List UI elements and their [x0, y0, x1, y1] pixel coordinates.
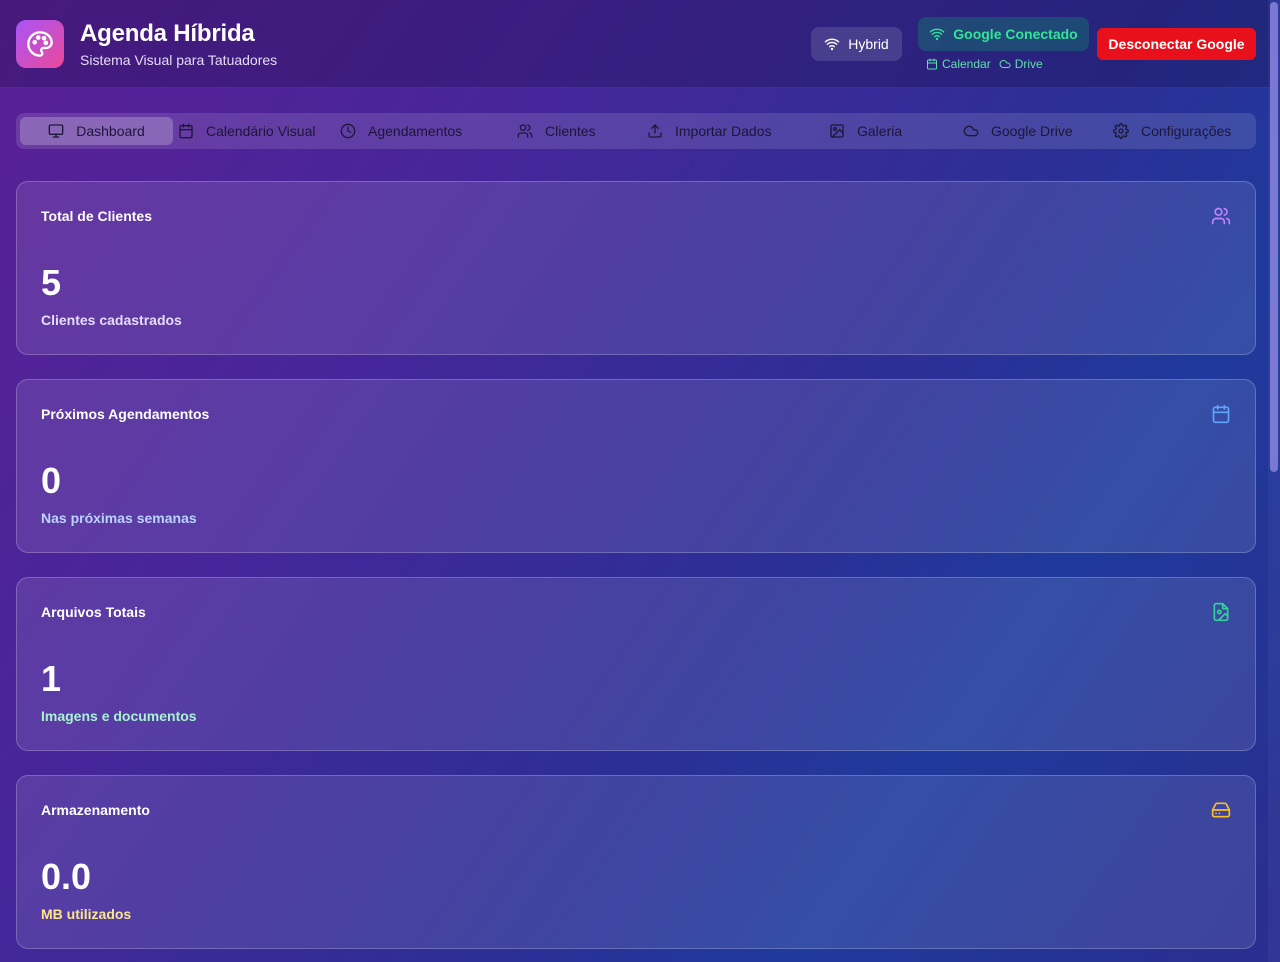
app-header: Agenda Híbrida Sistema Visual para Tatua…	[0, 0, 1270, 88]
service-drive: Drive	[999, 57, 1043, 71]
service-calendar-label: Calendar	[942, 57, 991, 71]
tab-label: Calendário Visual	[206, 123, 316, 139]
users-icon	[517, 124, 533, 138]
mode-label: Hybrid	[848, 36, 889, 52]
calendar-icon	[927, 58, 937, 70]
tab-agendamentos[interactable]: Agendamentos	[340, 117, 462, 145]
tab-label: Google Drive	[991, 123, 1073, 139]
card-value: 0	[41, 460, 62, 501]
google-services: Calendar Drive	[926, 56, 1043, 72]
google-status-badge: Google Conectado	[918, 17, 1089, 51]
tab-clientes[interactable]: Clientes	[517, 117, 596, 145]
calendar-icon	[1212, 404, 1230, 424]
wifi-icon	[824, 38, 840, 51]
card-armazenamento: Armazenamento 0.0 MB utilizados	[16, 775, 1256, 949]
clock-icon	[340, 123, 356, 139]
card-value: 1	[41, 658, 62, 699]
tab-label: Configurações	[1141, 123, 1232, 139]
card-value: 0.0	[41, 856, 92, 897]
monitor-icon	[48, 124, 64, 138]
mode-hybrid-button[interactable]: Hybrid	[811, 27, 902, 61]
app-title: Agenda Híbrida	[80, 20, 255, 47]
service-calendar: Calendar	[926, 57, 991, 71]
image-icon	[830, 124, 844, 138]
hard-drive-icon	[1211, 802, 1231, 818]
tab-label: Dashboard	[76, 123, 145, 139]
upload-icon	[648, 124, 662, 138]
tab-dashboard[interactable]: Dashboard	[20, 117, 173, 145]
card-title: Arquivos Totais	[41, 604, 146, 620]
cloud-icon	[963, 125, 979, 137]
tab-galeria[interactable]: Galeria	[829, 117, 902, 145]
service-drive-label: Drive	[1014, 57, 1043, 71]
app-logo	[16, 20, 64, 68]
google-status-label: Google Conectado	[953, 26, 1078, 42]
tab-label: Galeria	[857, 123, 903, 139]
scrollbar-thumb[interactable]	[1270, 2, 1278, 472]
card-title: Próximos Agendamentos	[41, 406, 210, 422]
palette-icon	[27, 31, 53, 57]
card-title: Armazenamento	[41, 802, 150, 818]
disconnect-google-button[interactable]: Desconectar Google	[1097, 28, 1256, 60]
page-scrollbar[interactable]	[1268, 0, 1280, 962]
tab-google-drive[interactable]: Google Drive	[963, 117, 1073, 145]
card-title: Total de Clientes	[41, 208, 152, 224]
users-icon	[1211, 207, 1231, 225]
card-subtitle: MB utilizados	[41, 906, 132, 922]
gear-icon	[1113, 123, 1129, 139]
main-tabs: Dashboard Calendário Visual Agendamentos…	[16, 113, 1256, 149]
tab-importar-dados[interactable]: Importar Dados	[647, 117, 771, 145]
app-subtitle: Sistema Visual para Tatuadores	[80, 52, 278, 68]
card-arquivos-totais: Arquivos Totais 1 Imagens e documentos	[16, 577, 1256, 751]
cloud-icon	[999, 60, 1011, 68]
tab-configuracoes[interactable]: Configurações	[1113, 117, 1231, 145]
file-image-icon	[1213, 602, 1229, 622]
tab-label: Agendamentos	[368, 123, 463, 139]
tab-label: Clientes	[545, 123, 596, 139]
card-subtitle: Imagens e documentos	[41, 708, 197, 724]
card-value: 5	[41, 262, 62, 303]
card-total-clientes: Total de Clientes 5 Clientes cadastrados	[16, 181, 1256, 355]
tab-calendario-visual[interactable]: Calendário Visual	[178, 117, 315, 145]
card-proximos-agendamentos: Próximos Agendamentos 0 Nas próximas sem…	[16, 379, 1256, 553]
card-subtitle: Nas próximas semanas	[41, 510, 197, 526]
calendar-icon	[179, 123, 193, 139]
tab-label: Importar Dados	[675, 123, 772, 139]
wifi-icon	[929, 28, 945, 41]
card-subtitle: Clientes cadastrados	[41, 312, 182, 328]
